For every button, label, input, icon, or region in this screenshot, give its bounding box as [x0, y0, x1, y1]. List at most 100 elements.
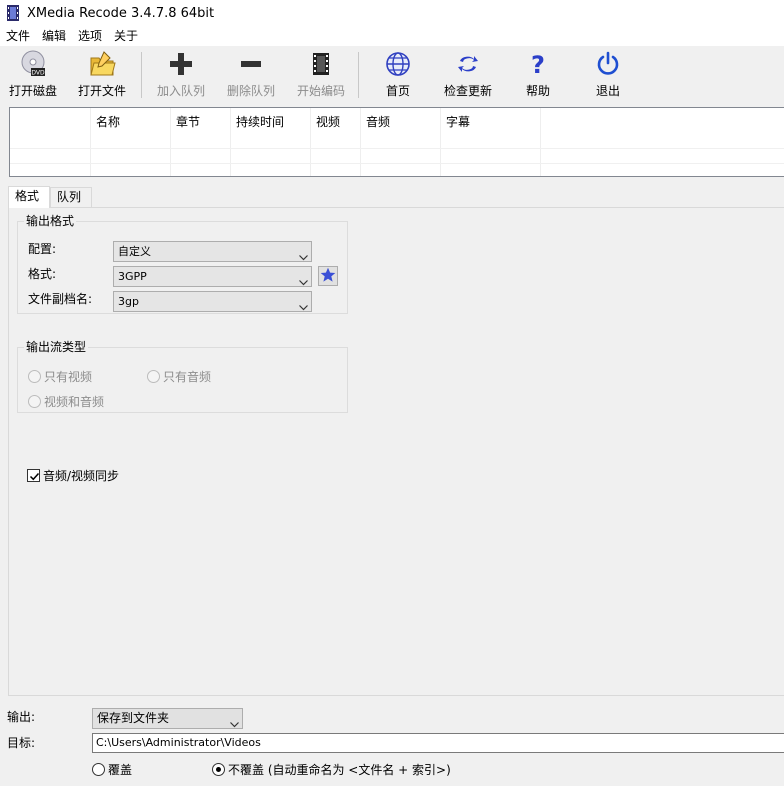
- stream-type-group-title: 输出流类型: [24, 340, 89, 354]
- profile-label: 配置:: [28, 242, 57, 256]
- start-encode-label: 开始编码: [296, 84, 345, 98]
- toolbar-separator: [358, 52, 359, 98]
- refresh-arrows-icon: [454, 50, 482, 78]
- radio-circle: [28, 370, 41, 383]
- dvd-disc-icon: DVD: [19, 50, 47, 78]
- menu-edit[interactable]: 编辑: [36, 26, 72, 46]
- chevron-down-icon: [299, 248, 308, 261]
- extension-value: 3gp: [118, 295, 139, 308]
- radio-circle: [212, 763, 225, 776]
- overwrite-radio[interactable]: 覆盖: [92, 761, 132, 778]
- audio-only-radio[interactable]: 只有音频: [147, 368, 211, 385]
- output-mode-value: 保存到文件夹: [97, 711, 170, 725]
- row-divider: [10, 163, 784, 164]
- column-header-duration[interactable]: 持续时间: [231, 108, 284, 136]
- power-icon: [594, 50, 622, 78]
- format-dropdown[interactable]: 3GPP: [113, 266, 312, 287]
- column-divider: [230, 108, 231, 176]
- video-only-radio[interactable]: 只有视频: [28, 368, 92, 385]
- checkbox-box: [27, 469, 40, 482]
- toolbar: DVD 打开磁盘 打开文件 加入队列 删除队列 开始编码 首页 检查更新 ? 帮…: [0, 46, 784, 104]
- help-label: 帮助: [525, 84, 550, 98]
- question-mark-icon: ?: [524, 50, 552, 78]
- menu-about[interactable]: 关于: [108, 26, 144, 46]
- add-queue-button[interactable]: 加入队列: [148, 50, 214, 100]
- row-divider: [10, 148, 784, 149]
- radio-circle: [28, 395, 41, 408]
- menu-options[interactable]: 选项: [72, 26, 108, 46]
- home-button[interactable]: 首页: [365, 50, 431, 100]
- folder-open-icon: [88, 50, 116, 78]
- open-file-label: 打开文件: [77, 84, 126, 98]
- menu-file[interactable]: 文件: [0, 26, 36, 46]
- no-overwrite-radio[interactable]: 不覆盖 (自动重命名为 <文件名 + 索引>): [212, 761, 451, 778]
- no-overwrite-label: 不覆盖 (自动重命名为 <文件名 + 索引>): [228, 763, 451, 777]
- radio-circle: [92, 763, 105, 776]
- column-divider: [440, 108, 441, 176]
- home-label: 首页: [385, 84, 410, 98]
- toolbar-separator: [141, 52, 142, 98]
- check-update-label: 检查更新: [443, 84, 492, 98]
- title-bar: XMedia Recode 3.4.7.8 64bit: [0, 0, 784, 26]
- format-value: 3GPP: [118, 270, 147, 283]
- exit-label: 退出: [595, 84, 620, 98]
- column-divider: [540, 108, 541, 176]
- format-label: 格式:: [28, 267, 57, 281]
- radio-circle: [147, 370, 160, 383]
- svg-text:?: ?: [531, 51, 545, 77]
- av-sync-label: 音频/视频同步: [43, 469, 120, 483]
- profile-dropdown[interactable]: 自定义: [113, 241, 312, 262]
- star-icon: [320, 267, 336, 286]
- target-label: 目标:: [7, 736, 36, 750]
- output-mode-dropdown[interactable]: 保存到文件夹: [92, 708, 243, 729]
- chevron-down-icon: [299, 298, 308, 311]
- extension-dropdown[interactable]: 3gp: [113, 291, 312, 312]
- checkmark-icon: [29, 472, 40, 481]
- check-update-button[interactable]: 检查更新: [435, 50, 501, 100]
- globe-icon: [384, 50, 412, 78]
- column-divider: [360, 108, 361, 176]
- column-header-name[interactable]: 名称: [91, 108, 120, 136]
- favorite-format-button[interactable]: [318, 266, 338, 286]
- target-path-input[interactable]: C:\Users\Administrator\Videos: [92, 733, 784, 753]
- chevron-down-icon: [299, 273, 308, 286]
- chevron-down-icon: [230, 715, 239, 728]
- video-audio-label: 视频和音频: [44, 395, 105, 409]
- audio-only-label: 只有音频: [163, 370, 212, 384]
- svg-text:DVD: DVD: [31, 70, 45, 77]
- tab-format[interactable]: 格式: [8, 186, 50, 208]
- video-audio-radio[interactable]: 视频和音频: [28, 393, 104, 410]
- film-icon: [307, 50, 335, 78]
- column-divider: [90, 108, 91, 176]
- av-sync-checkbox[interactable]: 音频/视频同步: [27, 467, 119, 484]
- open-disc-label: 打开磁盘: [8, 84, 57, 98]
- output-label: 输出:: [7, 710, 36, 724]
- column-header-video[interactable]: 视频: [311, 108, 340, 136]
- target-path-value: C:\Users\Administrator\Videos: [96, 736, 261, 749]
- remove-queue-button[interactable]: 删除队列: [218, 50, 284, 100]
- window-title: XMedia Recode 3.4.7.8 64bit: [27, 5, 215, 21]
- open-disc-button[interactable]: DVD 打开磁盘: [0, 50, 66, 100]
- exit-button[interactable]: 退出: [575, 50, 641, 100]
- column-header-blank[interactable]: [10, 108, 90, 136]
- column-header-subtitle[interactable]: 字幕: [441, 108, 470, 136]
- output-format-group: 输出格式 配置: 自定义 格式: 3GPP 文件副档名: 3gp: [17, 214, 348, 314]
- tab-queue[interactable]: 队列: [50, 187, 92, 207]
- app-film-icon: [7, 5, 19, 21]
- extension-label: 文件副档名:: [28, 292, 93, 306]
- video-only-label: 只有视频: [44, 370, 93, 384]
- minus-icon: [237, 50, 265, 78]
- column-header-audio[interactable]: 音频: [361, 108, 390, 136]
- profile-value: 自定义: [118, 245, 151, 258]
- help-button[interactable]: ? 帮助: [505, 50, 571, 100]
- overwrite-label: 覆盖: [108, 763, 133, 777]
- open-file-button[interactable]: 打开文件: [69, 50, 135, 100]
- add-queue-label: 加入队列: [156, 84, 205, 98]
- column-header-chapter[interactable]: 章节: [171, 108, 200, 136]
- plus-icon: [167, 50, 195, 78]
- start-encode-button[interactable]: 开始编码: [288, 50, 354, 100]
- remove-queue-label: 删除队列: [226, 84, 275, 98]
- file-list-table[interactable]: 名称 章节 持续时间 视频 音频 字幕: [9, 107, 784, 177]
- column-divider: [170, 108, 171, 176]
- stream-type-group: 输出流类型 只有视频 只有音频 视频和音频: [17, 340, 348, 413]
